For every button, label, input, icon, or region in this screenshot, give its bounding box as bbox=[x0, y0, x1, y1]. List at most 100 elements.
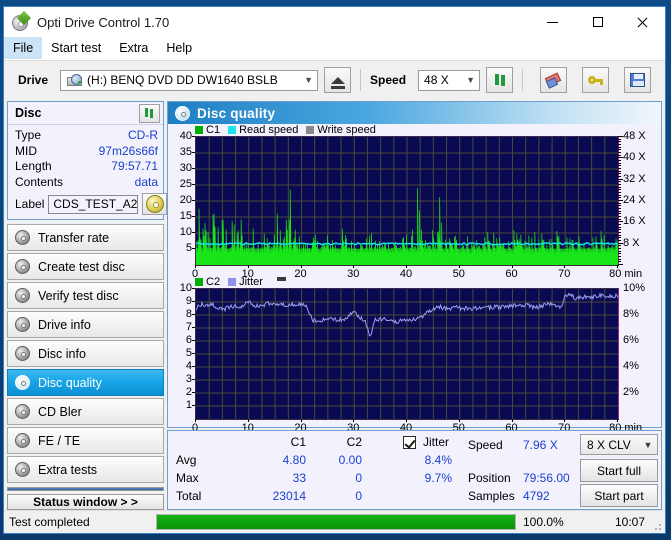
maximize-icon[interactable] bbox=[575, 7, 620, 37]
tick bbox=[511, 418, 513, 422]
speed-stat-value: 7.96 X bbox=[523, 438, 558, 452]
elapsed-time: 10:07 bbox=[614, 515, 645, 529]
c1-chart-ytick: 5 bbox=[185, 242, 192, 255]
save-icon bbox=[630, 73, 646, 87]
tick bbox=[192, 232, 195, 234]
disc-refresh-button[interactable] bbox=[139, 103, 160, 123]
drive-select[interactable]: (H:) BENQ DVD DD DW1640 BSLB ▼ bbox=[60, 69, 319, 91]
start-part-button[interactable]: Start part bbox=[580, 484, 658, 507]
disc-quality-panel: Disc quality C1 Read speed Write speed 5… bbox=[167, 101, 662, 434]
c1-chart-ytick: 20 bbox=[179, 194, 192, 207]
tick bbox=[618, 245, 621, 247]
stats-total-c1: 23014 bbox=[272, 489, 306, 503]
menu-help[interactable]: Help bbox=[157, 37, 201, 59]
tick bbox=[192, 365, 195, 367]
c1-chart-ytick: 15 bbox=[179, 210, 192, 223]
disc-test-icon bbox=[15, 462, 30, 477]
disc-test-icon bbox=[15, 288, 30, 303]
disc-row-type: Type CD-R bbox=[15, 128, 158, 144]
title-bar: Opti Drive Control 1.70 bbox=[4, 7, 665, 37]
sidebar-item-label: FE / TE bbox=[38, 433, 81, 448]
tick bbox=[192, 391, 195, 393]
window-body: Disc Type CD-R MID 97m26s66f Length 79:5… bbox=[4, 99, 665, 510]
speed-label: Speed bbox=[370, 73, 407, 87]
menu-extra[interactable]: Extra bbox=[110, 37, 157, 59]
sidebar-item-disc-quality[interactable]: Disc quality bbox=[7, 369, 164, 396]
disc-quality-icon bbox=[175, 105, 190, 121]
tick bbox=[618, 205, 621, 207]
jitter-chart-y2tick: 6% bbox=[623, 333, 639, 346]
resize-grip[interactable] bbox=[651, 511, 665, 533]
c1-chart[interactable]: 5 10 15 20 25 30 35 40 8 X 16 X 24 X 32 X 40 X 48 X 0 1… bbox=[168, 130, 661, 280]
charts-area: C1 Read speed Write speed 5 10 15 20 25 30 35 4… bbox=[168, 124, 661, 434]
sidebar-accent-strip bbox=[7, 487, 164, 491]
tick bbox=[617, 265, 618, 269]
disc-test-icon bbox=[15, 375, 30, 390]
stats-avg-c2: 0.00 bbox=[338, 453, 362, 467]
stats-header-c2: C2 bbox=[346, 435, 362, 449]
disc-row-mid: MID 97m26s66f bbox=[15, 144, 158, 160]
sidebar-item-label: Transfer rate bbox=[38, 230, 110, 245]
chevron-down-icon: ▼ bbox=[643, 439, 653, 450]
eject-button[interactable] bbox=[324, 67, 352, 93]
jitter-chart-ytick: 1 bbox=[185, 398, 192, 411]
legend-label: C2 bbox=[206, 275, 221, 288]
status-window-button[interactable]: Status window > > bbox=[7, 494, 164, 510]
disc-test-icon bbox=[15, 433, 30, 448]
tick bbox=[618, 154, 621, 156]
save-button[interactable] bbox=[624, 67, 652, 93]
jitter-chart-ytick: 2 bbox=[185, 385, 192, 398]
stats-row-avg-label: Avg bbox=[176, 453, 197, 467]
tick bbox=[618, 232, 621, 234]
menu-file[interactable]: File bbox=[4, 37, 43, 59]
tick bbox=[618, 216, 621, 218]
start-full-button[interactable]: Start full bbox=[580, 459, 658, 482]
stats-row-total-label: Total bbox=[176, 489, 202, 503]
sidebar-item-cd-bler[interactable]: CD Bler bbox=[7, 398, 164, 425]
toolbar-divider-2 bbox=[522, 69, 524, 91]
tick bbox=[192, 168, 195, 170]
write-speed-select[interactable]: 8 X CLV ▼ bbox=[580, 434, 658, 455]
tick bbox=[192, 378, 195, 380]
c1-chart-ytick: 30 bbox=[179, 162, 192, 175]
sidebar-item-create-test-disc[interactable]: Create test disc bbox=[7, 253, 164, 280]
sidebar-item-drive-info[interactable]: Drive info bbox=[7, 311, 164, 338]
c1-chart-y2tick: 32 X bbox=[623, 172, 646, 185]
sidebar-item-disc-info[interactable]: Disc info bbox=[7, 340, 164, 367]
tick bbox=[618, 149, 621, 151]
erase-button[interactable] bbox=[540, 67, 568, 93]
refresh-button[interactable] bbox=[486, 67, 514, 93]
toolbar-divider-1 bbox=[360, 69, 362, 91]
cd-disc-icon bbox=[145, 195, 164, 213]
main-content: Disc quality C1 Read speed Write speed 5… bbox=[164, 99, 665, 510]
write-speed-value: 8 X CLV bbox=[587, 437, 631, 452]
sidebar: Disc Type CD-R MID 97m26s66f Length 79:5… bbox=[4, 99, 168, 510]
stats-total-c2: 0 bbox=[355, 489, 362, 503]
statistics-panel: C1 C2 Jitter Avg 4.80 0.00 8.4% Max 33 0… bbox=[167, 430, 662, 510]
legend-label: Read speed bbox=[239, 124, 299, 137]
menu-start-test[interactable]: Start test bbox=[42, 37, 110, 59]
tick bbox=[618, 136, 623, 138]
jitter-chart[interactable]: 1 2 3 4 5 6 7 8 9 10 2% 4% 6% 8% 10% 0 10 20 30 40 50 60 70 80 … bbox=[168, 282, 661, 434]
stats-header-c1: C1 bbox=[290, 435, 306, 449]
minimize-icon[interactable] bbox=[530, 7, 575, 37]
jitter-checkbox[interactable] bbox=[403, 436, 416, 449]
refresh-icon bbox=[143, 107, 156, 119]
legend-label: Write speed bbox=[317, 124, 376, 137]
key-button[interactable] bbox=[582, 67, 610, 93]
sidebar-item-transfer-rate[interactable]: Transfer rate bbox=[7, 224, 164, 251]
sidebar-item-extra-tests[interactable]: Extra tests bbox=[7, 456, 164, 483]
speed-select-value: 48 X bbox=[424, 73, 449, 87]
tick bbox=[458, 265, 460, 269]
close-icon[interactable] bbox=[620, 7, 665, 37]
sidebar-item-fe-te[interactable]: FE / TE bbox=[7, 427, 164, 454]
legend-label: C1 bbox=[206, 124, 221, 137]
disc-label-input[interactable]: CDS_TEST_A2 bbox=[48, 194, 139, 214]
disc-row-key: Type bbox=[15, 128, 42, 142]
disc-label-row: Label CDS_TEST_A2 bbox=[15, 193, 168, 215]
toolbar: Drive (H:) BENQ DVD DD DW1640 BSLB ▼ Spe… bbox=[4, 60, 665, 99]
drive-select-value: (H:) BENQ DVD DD DW1640 BSLB bbox=[87, 73, 278, 87]
sidebar-item-verify-test-disc[interactable]: Verify test disc bbox=[7, 282, 164, 309]
panel-title: Disc quality bbox=[197, 105, 276, 121]
speed-select[interactable]: 48 X ▼ bbox=[418, 69, 481, 91]
